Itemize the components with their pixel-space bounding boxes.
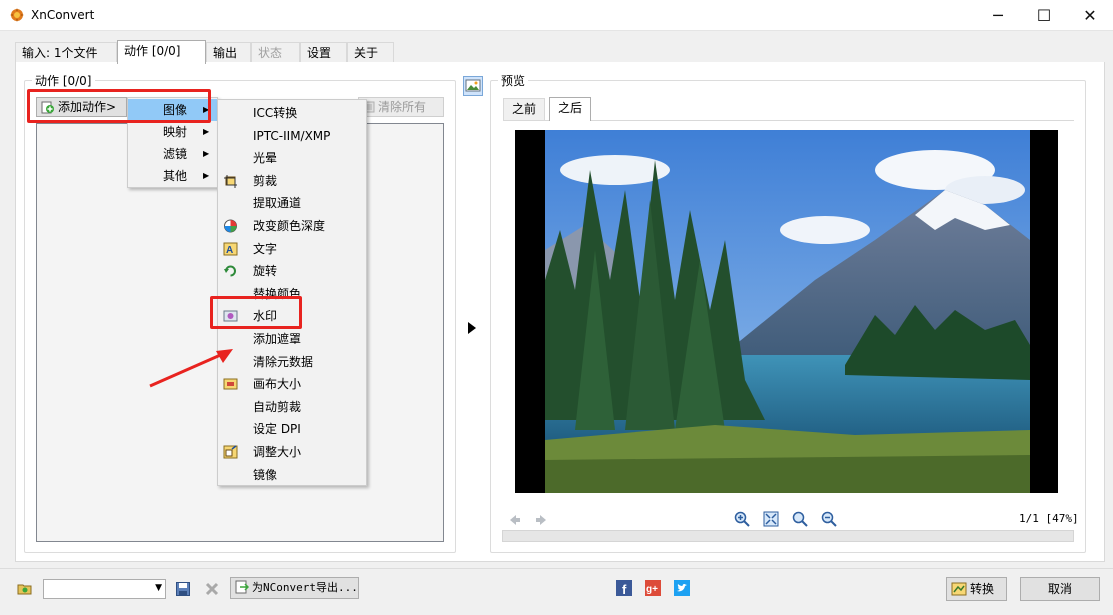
submenu-item[interactable]: A 文字 <box>218 238 366 260</box>
chevron-right-icon: ▶ <box>203 171 210 180</box>
expand-arrow-icon[interactable] <box>468 322 476 334</box>
submenu-item[interactable]: 镜像 <box>218 464 366 486</box>
submenu-item[interactable]: 设定 DPI <box>218 418 366 440</box>
fit-to-window-icon[interactable] <box>763 511 779 527</box>
landscape-photo <box>545 130 1030 493</box>
chevron-down-icon: ▼ <box>155 583 162 593</box>
zoom-in-icon[interactable] <box>734 511 750 527</box>
tab-input[interactable]: 输入: 1个文件 <box>15 42 117 63</box>
submenu-item-label: 改变颜色深度 <box>253 219 326 233</box>
resize-icon <box>223 445 238 459</box>
export-nconvert-label: 为NConvert导出... <box>252 581 358 594</box>
svg-text:f: f <box>622 582 627 596</box>
annotation-arrow <box>149 349 233 388</box>
submenu-item[interactable]: 清除元数据 <box>218 351 366 373</box>
submenu-item-label: 剪裁 <box>253 173 278 188</box>
submenu-item-label: 画布大小 <box>253 377 302 392</box>
preview-image <box>515 130 1058 493</box>
convert-button[interactable]: 转换 <box>946 577 1007 601</box>
tab-about[interactable]: 关于 <box>347 42 394 63</box>
submenu-item[interactable]: 剪裁 <box>218 170 366 192</box>
zoom-out-icon[interactable] <box>821 511 837 527</box>
clear-all-button: 清除所有 <box>358 97 444 117</box>
actions-group-title: 动作 [0/0] <box>32 72 95 89</box>
submenu-item[interactable]: 调整大小 <box>218 441 366 463</box>
tab-status: 状态 <box>251 42 300 63</box>
title-bar: XnConvert ─ ☐ ✕ <box>0 0 1113 31</box>
open-folder-icon[interactable] <box>17 581 33 597</box>
tab-actions[interactable]: 动作 [0/0] <box>117 40 206 64</box>
chevron-right-icon: ▶ <box>203 127 210 136</box>
submenu-item-label: 调整大小 <box>253 445 302 459</box>
submenu-item-label: 旋转 <box>253 264 278 279</box>
xnconvert-logo-icon <box>10 8 24 22</box>
toggle-preview-icon[interactable] <box>463 76 483 96</box>
annotation-box-watermark <box>210 296 302 329</box>
bottom-separator <box>0 568 1113 569</box>
menu-item-filter[interactable]: 滤镜 ▶ <box>128 143 217 165</box>
image-submenu: ICC转换 IPTC-IIM/XMP 光晕 剪裁 提取通道 改变颜色深度 A 文字 旋转 替换颜色… <box>217 99 367 486</box>
submenu-item-label: 自动剪裁 <box>253 399 302 414</box>
zoom-actual-icon[interactable] <box>792 511 808 527</box>
submenu-item-label: 文字 <box>253 241 278 256</box>
facebook-icon[interactable]: f <box>616 580 632 596</box>
convert-icon <box>951 582 967 595</box>
clear-all-label: 清除所有 <box>378 100 427 114</box>
zoom-info: 1/1 [47%] <box>1019 512 1079 525</box>
submenu-item[interactable]: 添加遮罩 <box>218 328 366 350</box>
chevron-right-icon: ▶ <box>203 149 210 158</box>
submenu-item[interactable]: IPTC-IIM/XMP <box>218 125 366 147</box>
maximize-button[interactable]: ☐ <box>1021 0 1067 31</box>
submenu-item[interactable]: 自动剪裁 <box>218 396 366 418</box>
text-icon: A <box>223 242 238 256</box>
submenu-item[interactable]: ICC转换 <box>218 102 366 124</box>
window-title: XnConvert <box>31 8 95 22</box>
cancel-button[interactable]: 取消 <box>1020 577 1100 601</box>
crop-icon <box>224 174 237 188</box>
menu-item-other[interactable]: 其他 ▶ <box>128 165 217 187</box>
delete-icon[interactable] <box>204 581 220 597</box>
color-depth-icon <box>224 219 237 233</box>
menu-item-map[interactable]: 映射 ▶ <box>128 121 217 143</box>
tab-after[interactable]: 之后 <box>549 97 592 121</box>
submenu-item[interactable]: 旋转 <box>218 260 366 282</box>
preview-scrollbar[interactable] <box>502 530 1074 542</box>
convert-label: 转换 <box>970 582 995 596</box>
tab-output[interactable]: 输出 <box>206 42 251 63</box>
minimize-button[interactable]: ─ <box>975 0 1021 31</box>
submenu-item[interactable]: 改变颜色深度 <box>218 215 366 237</box>
submenu-item[interactable]: 光晕 <box>218 147 366 169</box>
close-button[interactable]: ✕ <box>1067 0 1113 31</box>
submenu-item-label: 添加遮罩 <box>253 332 302 346</box>
submenu-item-label: 清除元数据 <box>253 354 314 369</box>
previous-arrow-icon[interactable] <box>506 512 522 528</box>
submenu-item-label: 光晕 <box>253 151 278 166</box>
submenu-item[interactable]: 提取通道 <box>218 192 366 214</box>
submenu-item[interactable]: 画布大小 <box>218 373 366 395</box>
google-plus-icon[interactable]: g+ <box>645 580 661 596</box>
svg-text:g+: g+ <box>646 584 658 595</box>
submenu-item-label: 提取通道 <box>253 196 302 211</box>
rotate-icon <box>224 265 236 277</box>
submenu-item-label: ICC转换 <box>253 106 298 120</box>
next-arrow-icon[interactable] <box>534 512 550 528</box>
submenu-item-label: 设定 DPI <box>253 422 301 437</box>
twitter-icon[interactable] <box>674 580 690 596</box>
tab-settings[interactable]: 设置 <box>300 42 347 63</box>
annotation-box-add-action <box>27 89 211 123</box>
submenu-item-label: IPTC-IIM/XMP <box>253 128 331 143</box>
tab-before[interactable]: 之前 <box>503 98 546 120</box>
save-icon[interactable] <box>175 581 191 597</box>
export-icon <box>235 580 249 594</box>
preview-group-title: 预览 <box>498 72 529 89</box>
submenu-item-label: 镜像 <box>253 467 278 482</box>
svg-text:A: A <box>226 245 233 256</box>
preset-dropdown[interactable]: ▼ <box>43 579 166 599</box>
export-nconvert-button[interactable]: 为NConvert导出... <box>230 577 359 599</box>
